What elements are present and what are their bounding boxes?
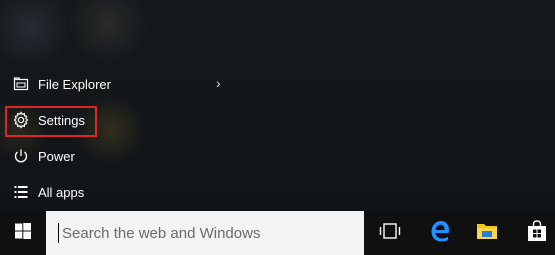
text-caret: [58, 223, 59, 243]
search-input[interactable]: [60, 223, 354, 243]
menu-item-power[interactable]: Power: [0, 138, 240, 174]
file-explorer-icon: [11, 74, 31, 94]
search-box[interactable]: [46, 211, 364, 255]
windows-logo-icon: [15, 222, 31, 244]
menu-item-label: File Explorer: [38, 76, 111, 92]
start-menu: File Explorer › Settings Power All apps: [0, 0, 555, 211]
task-view-icon: [379, 222, 401, 245]
start-button[interactable]: [0, 211, 46, 255]
gear-icon: [11, 110, 31, 130]
all-apps-icon: [11, 182, 31, 202]
menu-item-label: Power: [38, 148, 75, 164]
menu-item-all-apps[interactable]: All apps: [0, 174, 240, 210]
edge-button[interactable]: [418, 211, 462, 255]
menu-item-label: All apps: [38, 184, 85, 200]
chevron-right-icon[interactable]: ›: [216, 75, 221, 91]
power-icon: [11, 146, 31, 166]
menu-item-file-explorer[interactable]: File Explorer ›: [0, 66, 240, 102]
folder-icon: [476, 221, 498, 246]
edge-icon: [429, 220, 451, 247]
desktop-screen: File Explorer › Settings Power All apps …: [0, 0, 555, 255]
menu-item-settings[interactable]: Settings: [0, 102, 240, 138]
store-icon: [527, 219, 547, 247]
store-button[interactable]: [515, 211, 555, 255]
taskbar: [0, 211, 555, 255]
task-view-button[interactable]: [368, 211, 412, 255]
start-menu-list: File Explorer › Settings Power All apps: [0, 66, 240, 210]
file-explorer-taskbar-button[interactable]: [465, 211, 509, 255]
menu-item-label: Settings: [38, 112, 85, 128]
